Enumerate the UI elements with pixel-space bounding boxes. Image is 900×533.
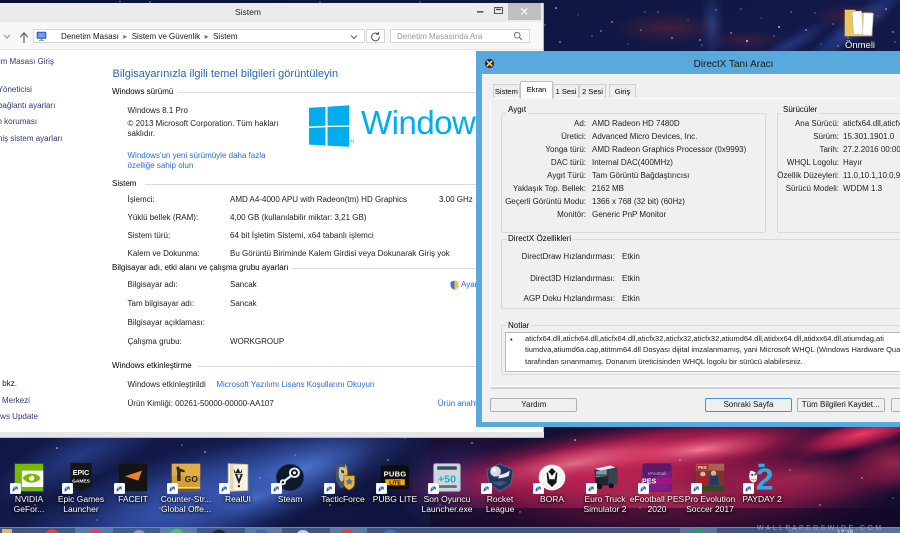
svg-text:TM: TM (350, 139, 354, 144)
svg-text:GO: GO (185, 474, 199, 484)
svg-text:PUBG: PUBG (384, 470, 407, 479)
svg-text:EPIC: EPIC (73, 470, 90, 477)
svg-text:PES: PES (698, 465, 707, 470)
svg-text:17:26: 17:26 (837, 530, 854, 533)
svg-text:+50: +50 (438, 474, 456, 486)
svg-text:WALLPAPERSWIDE.COM: WALLPAPERSWIDE.COM (757, 525, 883, 532)
svg-text:LITE: LITE (389, 480, 401, 486)
svg-text:GAMES: GAMES (72, 479, 91, 485)
svg-text:eFootball: eFootball (648, 471, 666, 476)
